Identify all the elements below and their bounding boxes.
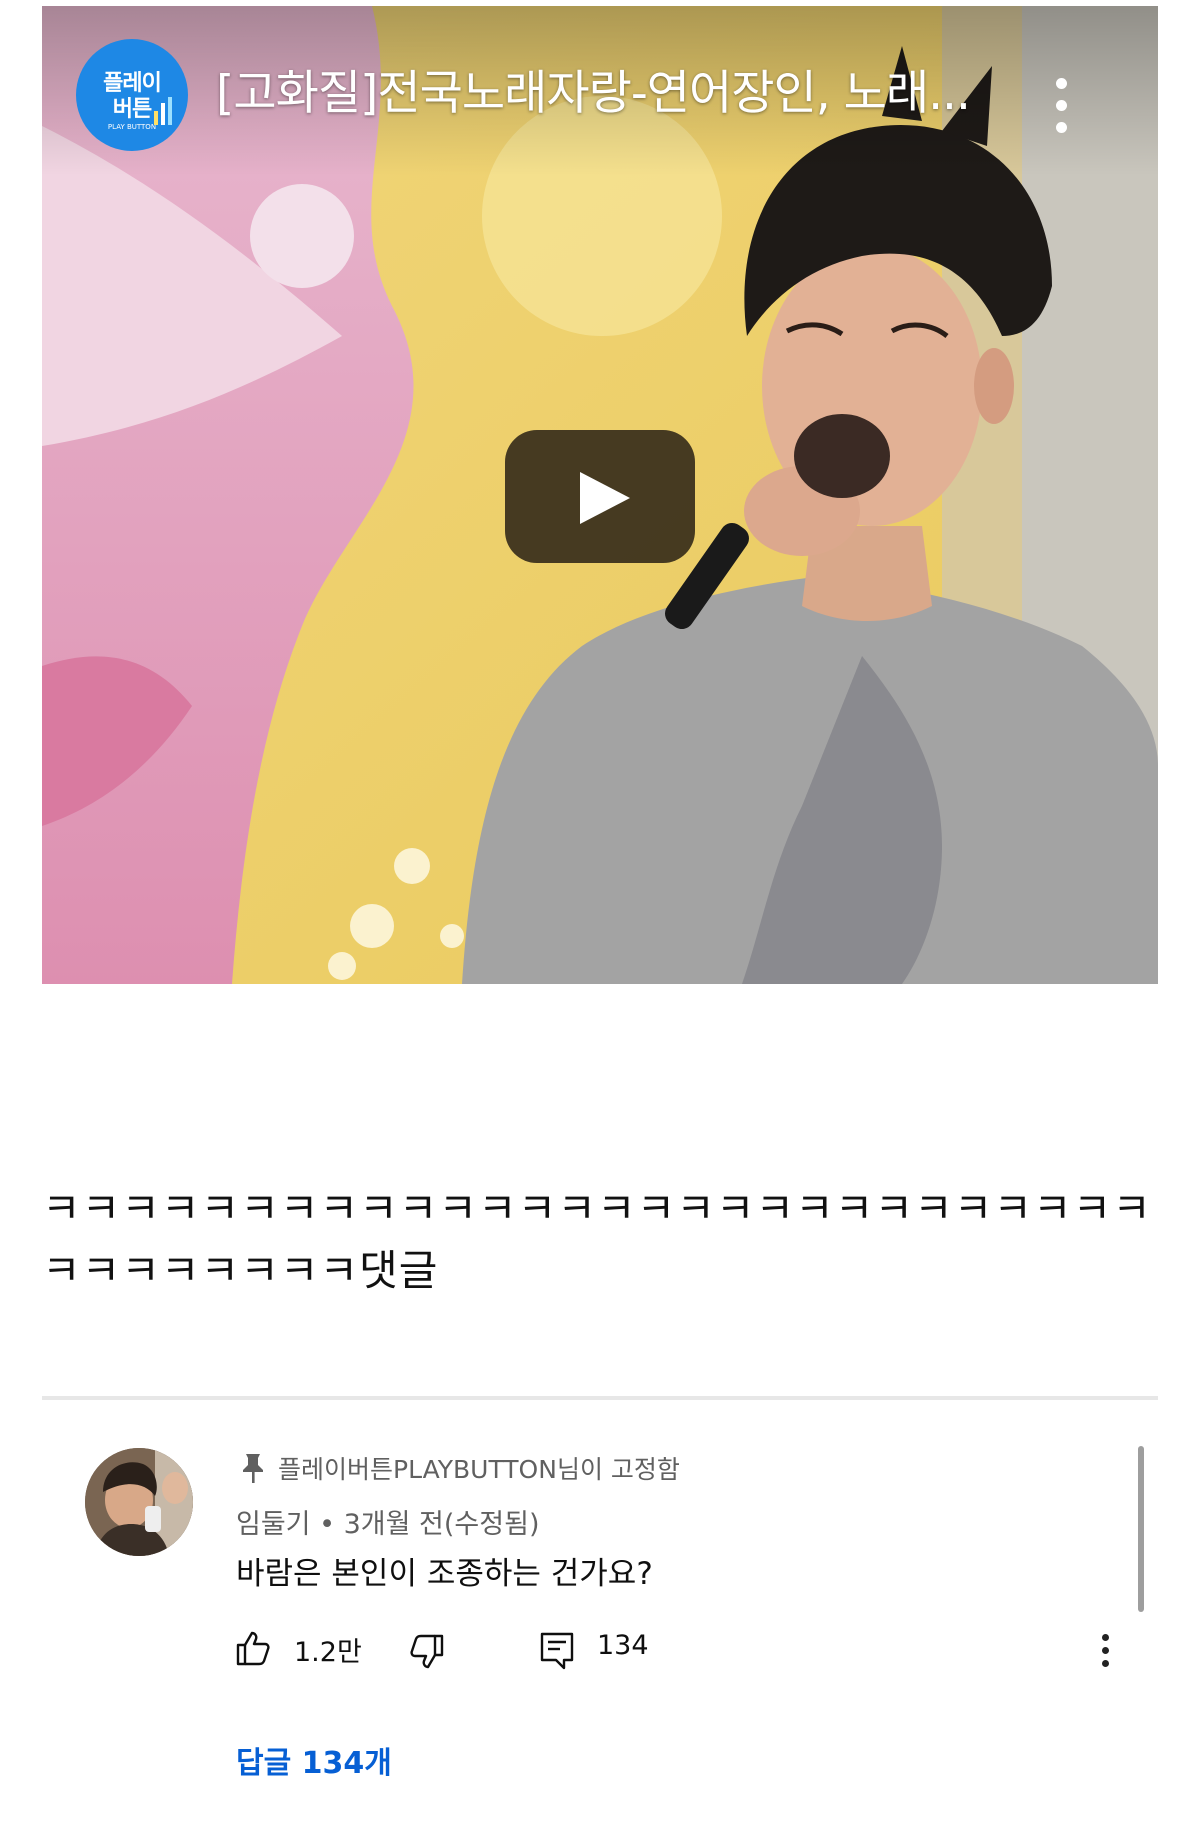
pin-icon (243, 1454, 263, 1483)
reply-icon[interactable] (540, 1632, 574, 1670)
view-replies-button[interactable]: 답글 134개 (236, 1738, 392, 1782)
more-vert-icon[interactable] (1042, 78, 1082, 140)
thumbs-down-icon[interactable] (410, 1634, 444, 1670)
channel-logo[interactable]: 플레이 버튼 PLAY BUTTON (76, 39, 188, 151)
scrollbar[interactable] (1138, 1446, 1144, 1612)
divider (42, 1396, 1158, 1400)
comment-text: 바람은 본인이 조종하는 건가요? (236, 1556, 653, 1592)
more-vert-icon[interactable] (1094, 1630, 1118, 1670)
like-count: 1.2만 (294, 1637, 362, 1668)
post-caption: ㅋㅋㅋㅋㅋㅋㅋㅋㅋㅋㅋㅋㅋㅋㅋㅋㅋㅋㅋㅋㅋㅋㅋㅋㅋㅋㅋㅋㅋㅋㅋㅋㅋㅋㅋㅋ댓글 (42, 1184, 1152, 1295)
play-icon (580, 472, 630, 524)
thumbs-up-icon[interactable] (236, 1630, 270, 1666)
video-player[interactable]: 플레이 버튼 PLAY BUTTON [고화질]전국노래자랑-연어장인, 노래.… (42, 6, 1158, 984)
reply-count: 134 (597, 1630, 649, 1661)
bars-icon (154, 97, 172, 125)
avatar-image (85, 1448, 193, 1556)
play-button[interactable] (505, 430, 695, 563)
video-title[interactable]: [고화질]전국노래자랑-연어장인, 노래... (216, 64, 1016, 124)
pinned-by-text: 플레이버튼PLAYBUTTON님이 고정함 (278, 1455, 680, 1484)
comment-author-meta[interactable]: 임둘기 • 3개월 전(수정됨) (236, 1502, 539, 1541)
avatar[interactable] (85, 1448, 193, 1556)
